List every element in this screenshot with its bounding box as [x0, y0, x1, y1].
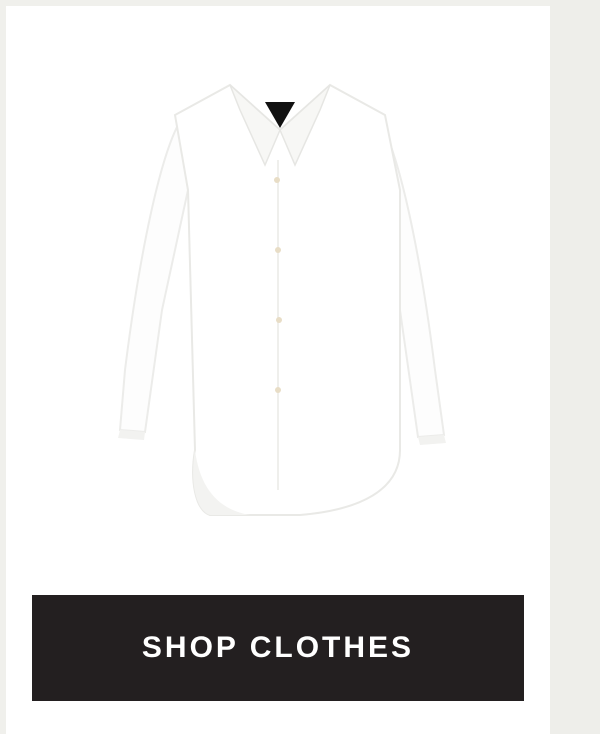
- shop-clothes-button[interactable]: SHOP CLOTHES: [32, 595, 524, 701]
- email-banner: SHOP CLOTHES: [0, 0, 600, 734]
- side-margin: [550, 0, 600, 734]
- shirt-image[interactable]: [100, 70, 460, 530]
- shirt-icon: [118, 83, 446, 516]
- shop-clothes-label: SHOP CLOTHES: [141, 631, 415, 664]
